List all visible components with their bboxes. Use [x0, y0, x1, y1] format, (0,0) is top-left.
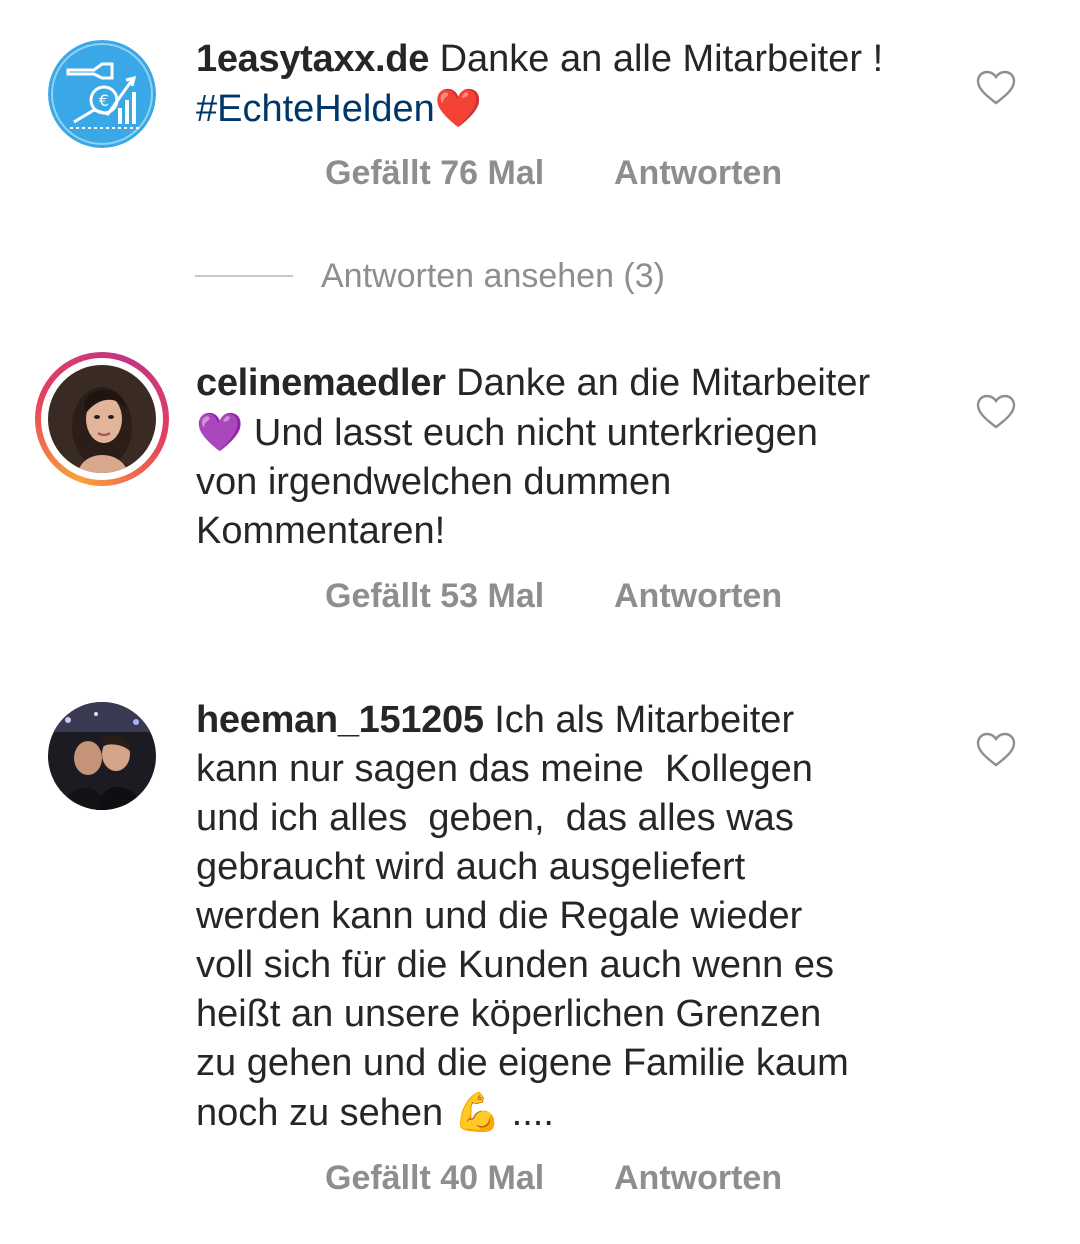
comment-body: heißt an unsere köperlichen Grenzen	[196, 993, 822, 1035]
likes-count[interactable]: Gefällt 40 Mal	[325, 1158, 544, 1198]
hashtag-link[interactable]: #EchteHelden	[196, 88, 435, 130]
comment-text: celinemaedler Danke an die Mitarbeiter 💜 …	[196, 359, 936, 556]
likes-count[interactable]: Gefällt 76 Mal	[325, 153, 544, 193]
comment-body: Und lasst euch nicht unterkriegen	[253, 412, 818, 454]
comment-body: ....	[511, 1092, 554, 1134]
view-replies-label: Antworten ansehen (3)	[321, 256, 665, 295]
svg-text:€: €	[99, 91, 109, 110]
comment-body: Danke an alle Mitarbeiter !	[439, 38, 884, 80]
view-replies-button[interactable]: Antworten ansehen (3)	[195, 256, 665, 296]
username[interactable]: heeman_151205	[196, 699, 484, 741]
comment-body: noch zu sehen	[196, 1092, 444, 1134]
username[interactable]: 1easytaxx.de	[196, 38, 429, 80]
likes-count[interactable]: Gefällt 53 Mal	[325, 576, 544, 616]
comment-body: Ich als Mitarbeiter	[494, 699, 795, 741]
comment-text: heeman_151205 Ich als Mitarbeiter kann nu…	[196, 696, 936, 1138]
avatar	[48, 365, 156, 473]
comment-body: und ich alles geben, das alles was	[196, 797, 794, 839]
reply-button[interactable]: Antworten	[614, 153, 782, 193]
red-heart-emoji: ❤️	[434, 86, 483, 130]
divider-line	[195, 275, 293, 277]
like-heart-icon[interactable]	[976, 732, 1016, 768]
reply-button[interactable]: Antworten	[614, 1158, 782, 1198]
avatar[interactable]: €	[48, 40, 156, 148]
purple-heart-emoji: 💜	[196, 410, 244, 454]
flexed-biceps-emoji: 💪	[453, 1090, 502, 1134]
comment-body: kann nur sagen das meine Kollegen	[196, 748, 813, 790]
comment-body: werden kann und die Regale wieder	[196, 895, 803, 937]
comment-text: 1easytaxx.de Danke an alle Mitarbeiter !…	[196, 35, 936, 134]
comment-body: voll sich für die Kunden auch wenn es	[196, 944, 834, 986]
avatar[interactable]	[48, 702, 156, 810]
comment-body: zu gehen und die eigene Familie kaum	[196, 1042, 849, 1084]
like-heart-icon[interactable]	[976, 394, 1016, 430]
reply-button[interactable]: Antworten	[614, 576, 782, 616]
story-ring[interactable]	[35, 352, 169, 486]
comment-body: Danke an die Mitarbeiter	[456, 362, 871, 404]
comment-body: Kommentaren!	[196, 510, 446, 552]
comment-body: von irgendwelchen dummen	[196, 461, 672, 503]
username[interactable]: celinemaedler	[196, 362, 446, 404]
like-heart-icon[interactable]	[976, 70, 1016, 106]
tax-euro-growth-icon: €	[48, 40, 156, 148]
comment-body: gebraucht wird auch ausgeliefert	[196, 846, 746, 888]
